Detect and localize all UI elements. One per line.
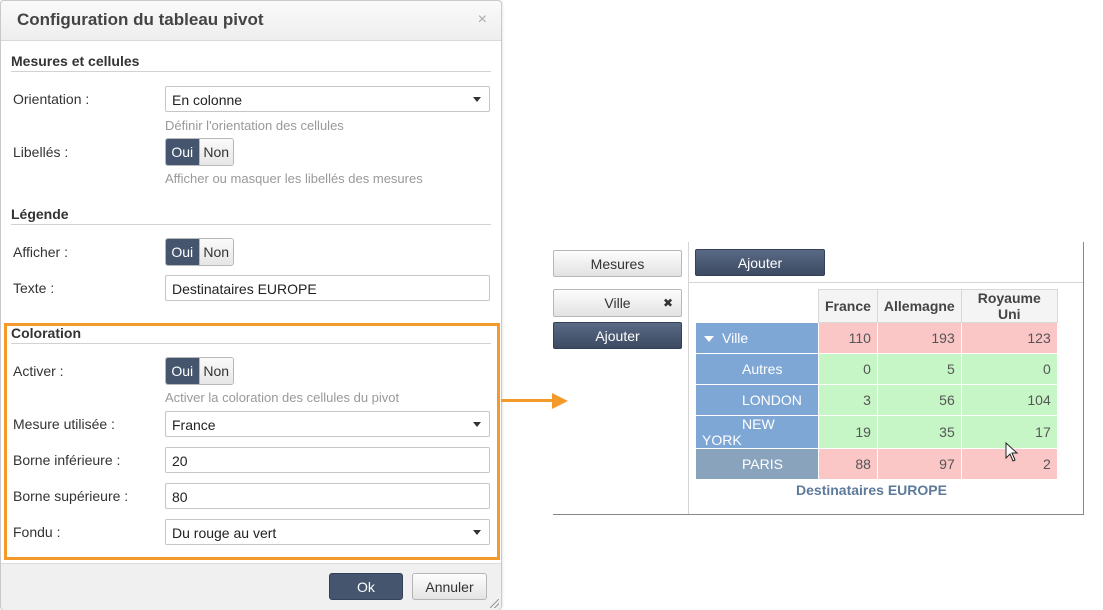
remove-icon[interactable]: ✖	[663, 296, 673, 310]
table-row: LONDON 3 56 104	[695, 384, 1058, 416]
table-cell: 193	[876, 322, 962, 354]
orientation-label: Orientation :	[13, 91, 90, 107]
table-cell: 19	[818, 415, 878, 449]
labels-toggle: Oui Non	[165, 138, 234, 166]
legend-show-toggle: Oui Non	[165, 238, 234, 266]
upper-bound-input[interactable]: 80	[165, 483, 490, 509]
pivot-legend-caption: Destinataires EUROPE	[796, 482, 947, 498]
dialog-header: Configuration du tableau pivot ×	[1, 1, 501, 41]
row-label: LONDON	[742, 392, 802, 408]
chevron-down-icon	[473, 530, 481, 535]
table-row: NEW YORK 19 35 17	[695, 415, 1058, 449]
labels-yes-button[interactable]: Oui	[166, 139, 199, 165]
fade-select-value: Du rouge au vert	[172, 525, 277, 541]
fade-label: Fondu :	[13, 524, 61, 540]
chevron-down-icon	[473, 422, 481, 427]
row-label: Ville	[722, 330, 749, 346]
measure-used-select[interactable]: France	[165, 411, 490, 437]
divider	[553, 514, 1084, 515]
table-header-row: France Allemagne Royaume Uni	[695, 289, 1058, 323]
collapse-triangle-icon[interactable]	[704, 336, 714, 342]
table-cell: 123	[960, 322, 1058, 354]
table-cell: 5	[876, 353, 962, 385]
labels-label: Libellés :	[13, 144, 69, 160]
labels-help: Afficher ou masquer les libellés des mes…	[165, 171, 423, 186]
section-title-legend: Légende	[11, 206, 69, 222]
table-cell: 88	[818, 448, 878, 480]
row-label: NEW YORK	[702, 416, 775, 448]
column-header[interactable]: Allemagne	[876, 289, 962, 323]
dialog-footer: Ok Annuler	[1, 563, 501, 610]
upper-bound-label: Borne supérieure :	[13, 488, 129, 504]
table-cell: 110	[818, 322, 878, 354]
labels-no-button[interactable]: Non	[198, 139, 233, 165]
add-column-button[interactable]: Ajouter	[695, 249, 825, 276]
table-row: Ville 110 193 123	[695, 322, 1058, 354]
table-row: Autres 0 5 0	[695, 353, 1058, 385]
orientation-help: Définir l'orientation des cellules	[165, 118, 344, 133]
measure-used-value: France	[172, 417, 216, 433]
table-cell: 104	[960, 384, 1058, 416]
section-title-measures: Mesures et cellules	[11, 53, 140, 69]
table-cell: 3	[818, 384, 878, 416]
table-cell: 35	[876, 415, 962, 449]
lower-bound-label: Borne inférieure :	[13, 452, 121, 468]
dialog-title: Configuration du tableau pivot	[17, 10, 264, 29]
section-title-coloring: Coloration	[11, 325, 81, 341]
lower-bound-input[interactable]: 20	[165, 447, 490, 473]
legend-show-label: Afficher :	[13, 244, 68, 260]
table-cell: 0	[818, 353, 878, 385]
legend-text-label: Texte :	[13, 280, 55, 296]
add-row-button[interactable]: Ajouter	[553, 322, 682, 349]
cancel-button[interactable]: Annuler	[412, 573, 487, 600]
row-header: PARIS	[695, 448, 819, 480]
table-cell: 97	[876, 448, 962, 480]
row-header: NEW YORK	[695, 415, 819, 449]
orientation-select-value: En colonne	[172, 92, 243, 108]
ville-dimension-chip[interactable]: Ville ✖	[553, 289, 682, 317]
row-label: PARIS	[742, 456, 783, 472]
row-header: LONDON	[695, 384, 819, 416]
table-row: PARIS 88 97 2	[695, 448, 1058, 480]
pivot-table-panel: Mesures Ajouter Ville ✖ Ajouter France A…	[553, 242, 1084, 515]
table-cell: 0	[960, 353, 1058, 385]
pivot-config-dialog: Configuration du tableau pivot × Mesures…	[0, 0, 502, 610]
pivot-table: France Allemagne Royaume Uni Ville 110 1…	[695, 289, 1058, 480]
legend-text-input[interactable]: Destinataires EUROPE	[165, 275, 490, 301]
divider	[689, 282, 1084, 283]
legend-show-no-button[interactable]: Non	[198, 239, 233, 265]
ville-chip-label: Ville	[604, 295, 631, 311]
activate-yes-button[interactable]: Oui	[166, 358, 199, 384]
activate-no-button[interactable]: Non	[198, 358, 233, 384]
activate-label: Activer :	[13, 363, 64, 379]
activate-help: Activer la coloration des cellules du pi…	[165, 390, 400, 405]
row-header: Autres	[695, 353, 819, 385]
measures-button[interactable]: Mesures	[553, 250, 682, 277]
fade-select[interactable]: Du rouge au vert	[165, 519, 490, 545]
orientation-select[interactable]: En colonne	[165, 86, 490, 112]
section-divider	[11, 224, 491, 225]
section-divider	[11, 71, 491, 72]
table-corner	[695, 289, 819, 323]
resize-grip-icon[interactable]	[490, 599, 499, 608]
column-header[interactable]: France	[818, 289, 878, 323]
legend-show-yes-button[interactable]: Oui	[166, 239, 199, 265]
chevron-down-icon	[473, 97, 481, 102]
column-header[interactable]: Royaume Uni	[960, 289, 1058, 323]
table-cell: 56	[876, 384, 962, 416]
callout-arrow-line	[501, 399, 553, 402]
row-header-ville[interactable]: Ville	[695, 322, 819, 354]
divider	[1083, 242, 1084, 515]
mouse-pointer-icon	[1005, 442, 1019, 462]
measure-used-label: Mesure utilisée :	[13, 416, 115, 432]
activate-toggle: Oui Non	[165, 357, 234, 385]
section-divider	[11, 343, 491, 344]
close-icon[interactable]: ×	[478, 11, 487, 29]
row-label: Autres	[742, 361, 783, 377]
ok-button[interactable]: Ok	[329, 573, 403, 600]
